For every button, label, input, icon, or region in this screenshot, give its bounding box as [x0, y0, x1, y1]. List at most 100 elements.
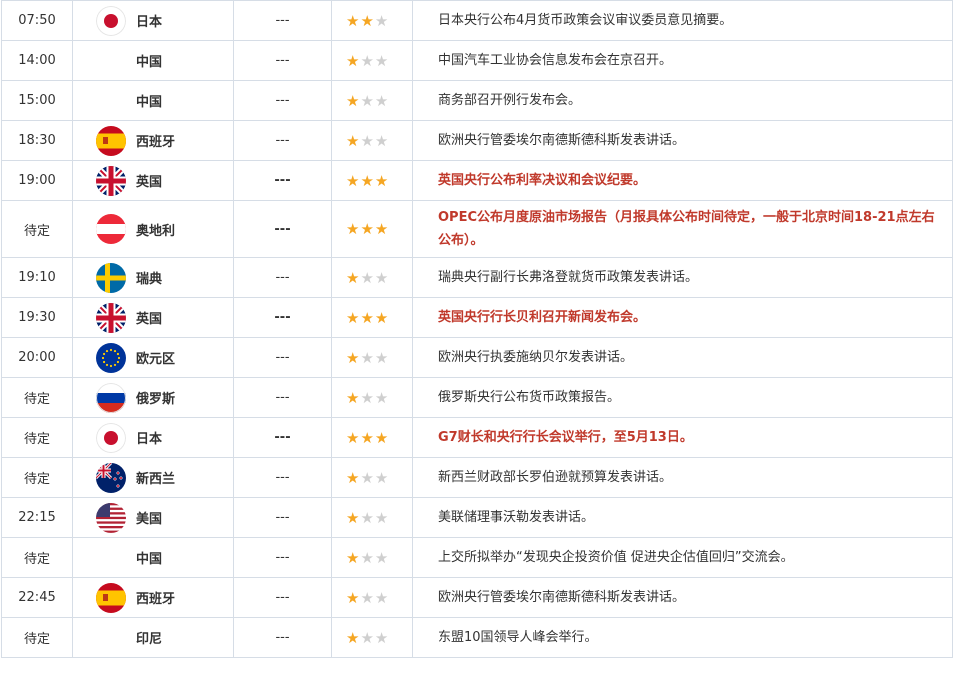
star-icon: ★ [374, 308, 390, 327]
importance-stars: ★★★ [332, 629, 412, 647]
importance-cell: ★★★ [331, 577, 413, 618]
table-row: 待定 日本 --- ★★★ G7财长和央行行长会议举行，至5月13日。 [1, 417, 953, 458]
country-cell: 俄罗斯 [72, 377, 234, 418]
country-name: 日本 [136, 15, 163, 30]
star-icon: ★ [360, 171, 375, 190]
star-icon: ★ [360, 428, 375, 447]
newzealand-flag-icon [96, 462, 126, 493]
importance-cell: ★★★ [331, 497, 413, 538]
country-name: 中国 [136, 55, 163, 70]
importance-stars: ★★★ [332, 12, 412, 30]
importance-stars: ★★★ [332, 52, 412, 70]
star-icon: ★ [360, 91, 375, 110]
country-name: 美国 [136, 512, 163, 527]
value-cell: --- [233, 337, 332, 378]
russia-flag-icon [96, 382, 126, 413]
usa-flag-icon [96, 502, 126, 533]
time-cell: 19:10 [1, 257, 73, 298]
country-cell: 新西兰 [72, 457, 234, 498]
star-icon: ★ [346, 91, 361, 110]
importance-stars: ★★★ [332, 349, 412, 367]
country-name: 欧元区 [136, 352, 176, 367]
importance-cell: ★★★ [331, 120, 413, 161]
importance-stars: ★★★ [332, 309, 412, 327]
country-name: 中国 [136, 95, 163, 110]
importance-cell: ★★★ [331, 537, 413, 578]
table-row: 20:00 欧元区 --- ★★★ 欧洲央行执委施纳贝尔发表讲话。 [1, 337, 953, 378]
star-icon: ★ [360, 508, 375, 527]
event-cell: 欧洲央行管委埃尔南德斯德科斯发表讲话。 [412, 577, 953, 618]
star-icon: ★ [374, 468, 390, 487]
event-cell: OPEC公布月度原油市场报告（月报具体公布时间待定，一般于北京时间18-21点左… [412, 200, 953, 258]
event-text: 日本央行公布4月货币政策会议审议委员意见摘要。 [438, 13, 733, 28]
importance-cell: ★★★ [331, 40, 413, 81]
event-text: 新西兰财政部长罗伯逊就预算发表讲话。 [438, 470, 673, 485]
value-cell: --- [233, 40, 332, 81]
importance-cell: ★★★ [331, 160, 413, 201]
country-cell: 西班牙 [72, 120, 234, 161]
table-row: 待定 奥地利 --- ★★★ OPEC公布月度原油市场报告（月报具体公布时间待定，一般于… [1, 200, 953, 258]
country-cell: 西班牙 [72, 577, 234, 618]
country-name: 印尼 [136, 632, 163, 647]
time-cell: 待定 [1, 377, 73, 418]
austria-flag-icon [96, 214, 126, 244]
country-cell: 日本 [72, 417, 234, 458]
event-cell: 俄罗斯央行公布货币政策报告。 [412, 377, 953, 418]
event-cell: 英国央行行长贝利召开新闻发布会。 [412, 297, 953, 338]
value-cell: --- [233, 200, 332, 258]
star-icon: ★ [374, 348, 390, 367]
star-icon: ★ [346, 51, 361, 70]
country-name: 瑞典 [136, 272, 163, 287]
time-cell: 15:00 [1, 80, 73, 121]
event-cell: 中国汽车工业协会信息发布会在京召开。 [412, 40, 953, 81]
importance-cell: ★★★ [331, 0, 413, 41]
value-cell: --- [233, 377, 332, 418]
star-icon: ★ [374, 171, 390, 190]
flag-placeholder [96, 623, 126, 653]
table-row: 待定 中国 --- ★★★ 上交所拟举办“发现央企投资价值 促进央企估值回归”交流会。 [1, 537, 953, 578]
time-cell: 待定 [1, 417, 73, 458]
event-text: 欧洲央行管委埃尔南德斯德科斯发表讲话。 [438, 133, 686, 148]
table-row: 07:50 日本 --- ★★★ 日本央行公布4月货币政策会议审议委员意见摘要。 [1, 0, 953, 41]
value-cell: --- [233, 537, 332, 578]
star-icon: ★ [346, 588, 361, 607]
star-icon: ★ [346, 388, 361, 407]
value-cell: --- [233, 0, 332, 41]
star-icon: ★ [374, 131, 390, 150]
importance-stars: ★★★ [332, 429, 412, 447]
star-icon: ★ [374, 388, 390, 407]
event-text: OPEC公布月度原油市场报告（月报具体公布时间待定，一般于北京时间18-21点左… [438, 210, 935, 248]
time-cell: 18:30 [1, 120, 73, 161]
country-cell: 中国 [72, 40, 234, 81]
value-cell: --- [233, 577, 332, 618]
event-text: 俄罗斯央行公布货币政策报告。 [438, 390, 621, 405]
star-icon: ★ [346, 220, 361, 238]
star-icon: ★ [374, 51, 390, 70]
star-icon: ★ [374, 220, 390, 238]
importance-stars: ★★★ [332, 220, 412, 238]
flag-placeholder [96, 46, 126, 76]
star-icon: ★ [360, 468, 375, 487]
country-name: 中国 [136, 552, 163, 567]
time-cell: 待定 [1, 457, 73, 498]
eu-flag-icon [96, 342, 126, 373]
star-icon: ★ [360, 308, 375, 327]
time-cell: 19:00 [1, 160, 73, 201]
table-row: 19:00 英国 --- ★★★ 英国央行公布利率决议和会议纪要。 [1, 160, 953, 201]
star-icon: ★ [360, 268, 375, 287]
star-icon: ★ [346, 308, 361, 327]
importance-cell: ★★★ [331, 337, 413, 378]
star-icon: ★ [360, 348, 375, 367]
time-cell: 待定 [1, 537, 73, 578]
event-text: 欧洲央行执委施纳贝尔发表讲话。 [438, 350, 634, 365]
event-text: 欧洲央行管委埃尔南德斯德科斯发表讲话。 [438, 590, 686, 605]
importance-stars: ★★★ [332, 589, 412, 607]
star-icon: ★ [346, 548, 361, 567]
star-icon: ★ [346, 268, 361, 287]
country-name: 英国 [136, 312, 163, 327]
event-cell: G7财长和央行行长会议举行，至5月13日。 [412, 417, 953, 458]
importance-cell: ★★★ [331, 417, 413, 458]
table-row: 18:30 西班牙 --- ★★★ 欧洲央行管委埃尔南德斯德科斯发表讲话。 [1, 120, 953, 161]
country-cell: 美国 [72, 497, 234, 538]
country-cell: 欧元区 [72, 337, 234, 378]
